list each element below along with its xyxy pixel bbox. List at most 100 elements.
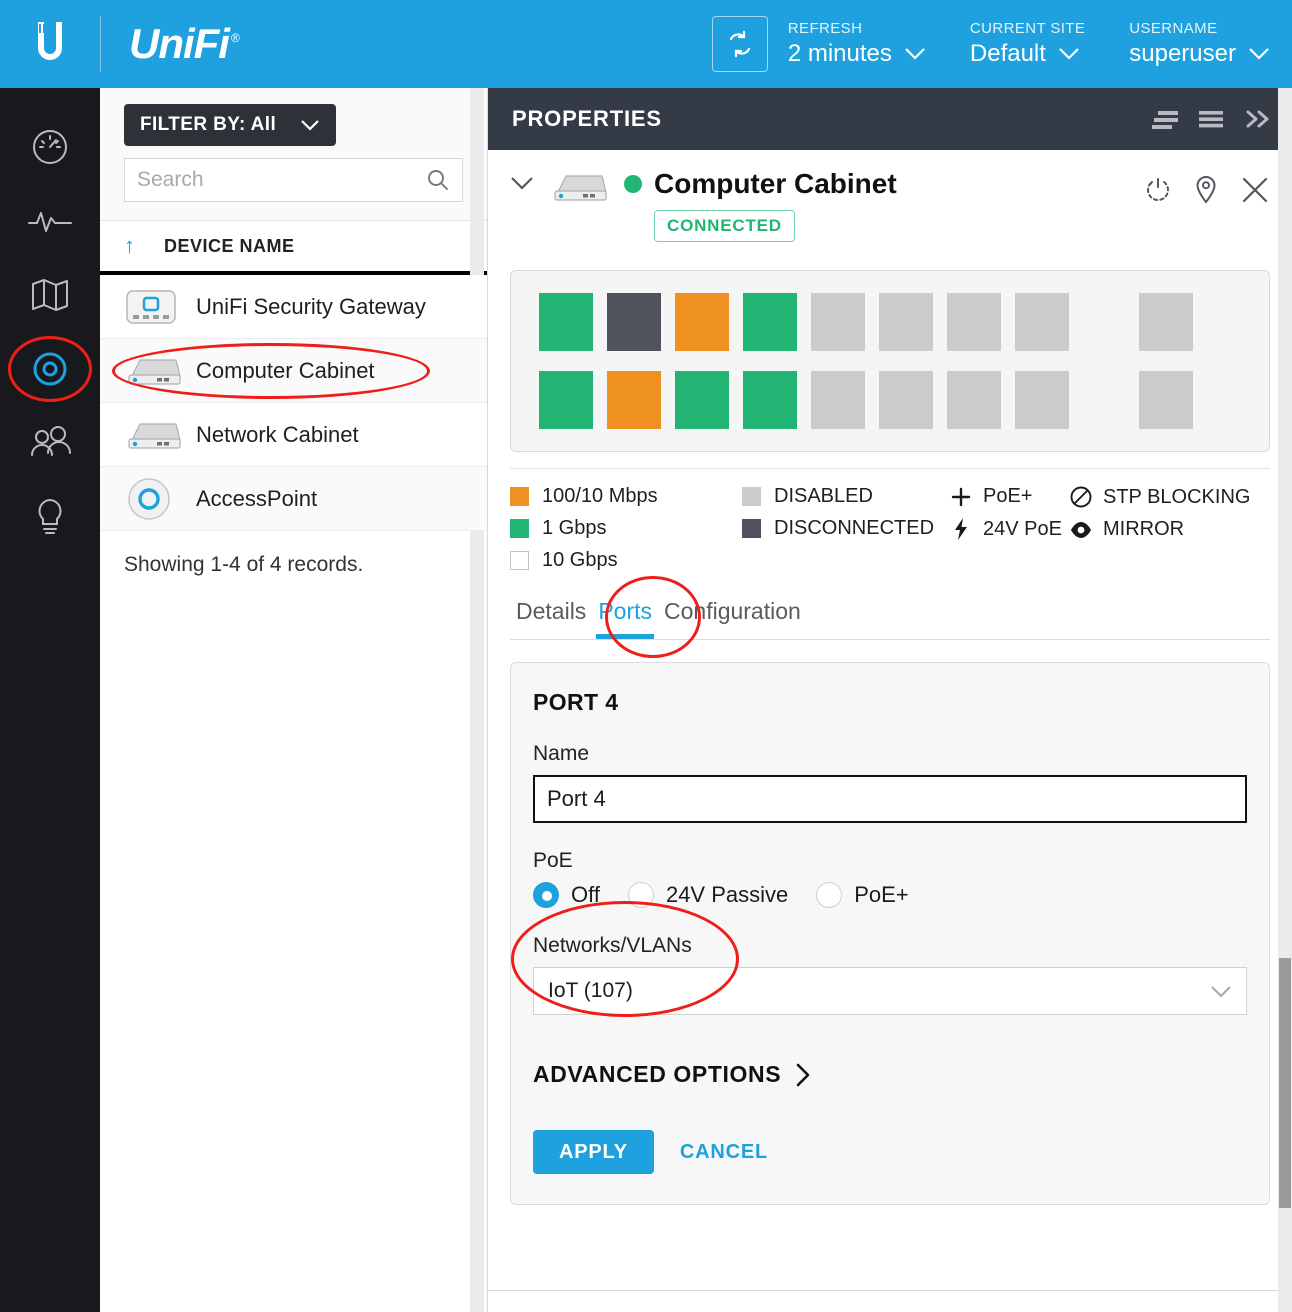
chevron-down-icon	[904, 47, 926, 60]
radio-button[interactable]	[533, 882, 559, 908]
poe-option-poe-plus[interactable]: PoE+	[816, 882, 909, 908]
page-scrollbar-thumb[interactable]	[1279, 958, 1291, 1208]
unifi-brand-text: UniFi	[129, 20, 230, 67]
refresh-interval-control[interactable]: REFRESH 2 minutes	[788, 21, 926, 67]
hamburger-icon[interactable]	[1198, 109, 1224, 129]
properties-header-actions	[1152, 108, 1272, 130]
device-list-column-header: ↑ DEVICE NAME	[100, 221, 487, 275]
port-13[interactable]	[947, 293, 1001, 351]
access-point-icon	[124, 472, 196, 526]
legend-swatch-disconnected	[742, 519, 761, 538]
port-2[interactable]	[539, 371, 593, 429]
double-chevron-right-icon[interactable]	[1244, 108, 1272, 130]
logo-divider	[100, 16, 101, 72]
unifi-controller-window: UniFi ® REFRESH 2 minutes CURRENT SITE D…	[0, 0, 1292, 1312]
port-12[interactable]	[879, 371, 933, 429]
port-15[interactable]	[1015, 293, 1069, 351]
port-legend: 100/10 Mbps 1 Gbps 10 Gbps DISABLED DISC…	[510, 468, 1270, 572]
port-16[interactable]	[1015, 371, 1069, 429]
port-5[interactable]	[675, 293, 729, 351]
port-9[interactable]	[811, 293, 865, 351]
locate-icon[interactable]	[1194, 174, 1218, 206]
apply-button[interactable]: APPLY	[533, 1130, 654, 1174]
sidebar-item-clients[interactable]	[0, 406, 100, 480]
list-item-label: Network Cabinet	[196, 421, 359, 447]
port-3[interactable]	[607, 293, 661, 351]
refresh-value-row[interactable]: 2 minutes	[787, 39, 926, 67]
username-control[interactable]: USERNAME superuser	[1129, 21, 1270, 67]
current-site-value-row[interactable]: Default	[970, 40, 1085, 67]
port-sfp-2[interactable]	[1139, 371, 1193, 429]
legend-swatch-1-gbps	[510, 519, 529, 538]
page-scrollbar-track[interactable]	[1278, 88, 1292, 1312]
list-item-label: AccessPoint	[196, 485, 318, 511]
name-field-label: Name	[533, 742, 590, 765]
list-item[interactable]: Computer Cabinet	[100, 339, 487, 403]
eye-icon	[1068, 520, 1094, 540]
device-list-toolbar: FILTER BY: All	[100, 88, 487, 221]
chevron-down-icon	[1248, 47, 1270, 60]
legend-swatch-10-gbps	[510, 551, 529, 570]
annotation-ellipse-devices	[8, 336, 92, 402]
tab-details[interactable]: Details	[510, 598, 592, 639]
port-11[interactable]	[879, 293, 933, 351]
port-14[interactable]	[947, 371, 1001, 429]
radio-button[interactable]	[816, 882, 843, 908]
gauge-icon	[28, 125, 72, 169]
list-item-label: UniFi Security Gateway	[196, 293, 426, 319]
port-4[interactable]	[607, 371, 661, 429]
search-box[interactable]	[124, 158, 463, 202]
legend-item: STP BLOCKING	[1068, 485, 1250, 509]
align-right-icon[interactable]	[1152, 109, 1178, 129]
current-site-control[interactable]: CURRENT SITE Default	[970, 21, 1085, 67]
restart-icon[interactable]	[1144, 175, 1172, 205]
port-8[interactable]	[743, 371, 797, 429]
sort-ascending-icon[interactable]: ↑	[124, 233, 164, 259]
ubiquiti-logo[interactable]	[0, 18, 100, 70]
legend-label: DISABLED	[774, 485, 873, 507]
no-entry-icon	[1068, 485, 1094, 509]
records-count: Showing 1-4 of 4 records.	[124, 553, 364, 576]
username-value-row[interactable]: superuser	[1129, 40, 1270, 67]
port-row-top	[539, 293, 1241, 351]
sidebar-item-map[interactable]	[0, 258, 100, 332]
port-10[interactable]	[811, 371, 865, 429]
switch-icon	[124, 418, 196, 452]
lightbulb-icon	[32, 496, 68, 538]
map-icon	[30, 276, 70, 314]
sidebar-item-dashboard[interactable]	[0, 110, 100, 184]
port-name-input[interactable]	[533, 775, 1247, 823]
filter-by-dropdown[interactable]: FILTER BY: All	[124, 104, 336, 146]
search-icon[interactable]	[426, 168, 450, 192]
port-6[interactable]	[675, 371, 729, 429]
legend-item: 100/10 Mbps	[510, 485, 742, 508]
refresh-icon[interactable]	[711, 16, 768, 72]
search-input[interactable]	[137, 168, 426, 192]
username-label: USERNAME	[1129, 20, 1218, 38]
cancel-button[interactable]: CANCEL	[680, 1141, 768, 1164]
refresh-value: 2 minutes	[787, 39, 892, 67]
sidebar-item-insights[interactable]	[0, 480, 100, 554]
advanced-options-label: ADVANCED OPTIONS	[533, 1061, 782, 1087]
port-sfp-1[interactable]	[1139, 293, 1193, 351]
top-bar: UniFi ® REFRESH 2 minutes CURRENT SITE D…	[0, 0, 1292, 88]
port-7[interactable]	[743, 293, 797, 351]
list-item[interactable]: Network Cabinet	[100, 403, 487, 467]
list-item[interactable]: AccessPoint	[100, 467, 487, 531]
legend-column-speed: 100/10 Mbps 1 Gbps 10 Gbps	[510, 485, 742, 572]
column-header-device-name[interactable]: DEVICE NAME	[164, 236, 295, 257]
sidebar-item-devices[interactable]	[0, 332, 100, 406]
close-icon[interactable]	[1240, 175, 1270, 205]
properties-header: PROPERTIES	[488, 88, 1292, 150]
annotation-ellipse-ports-tab	[605, 576, 701, 658]
device-list-scrollbar[interactable]	[470, 88, 484, 1312]
port-1[interactable]	[539, 293, 593, 351]
port-diagram	[510, 270, 1270, 452]
legend-label: 24V PoE	[983, 517, 1062, 540]
chevron-down-icon[interactable]	[510, 176, 534, 190]
properties-panel: PROPERTIES Computer Cabinet CONNECTED 10…	[488, 88, 1292, 1312]
advanced-options-toggle[interactable]: ADVANCED OPTIONS	[533, 1061, 1247, 1088]
legend-item: 24V PoE	[948, 517, 1068, 541]
list-item[interactable]: UniFi Security Gateway	[100, 275, 487, 339]
sidebar-item-statistics[interactable]	[0, 184, 100, 258]
